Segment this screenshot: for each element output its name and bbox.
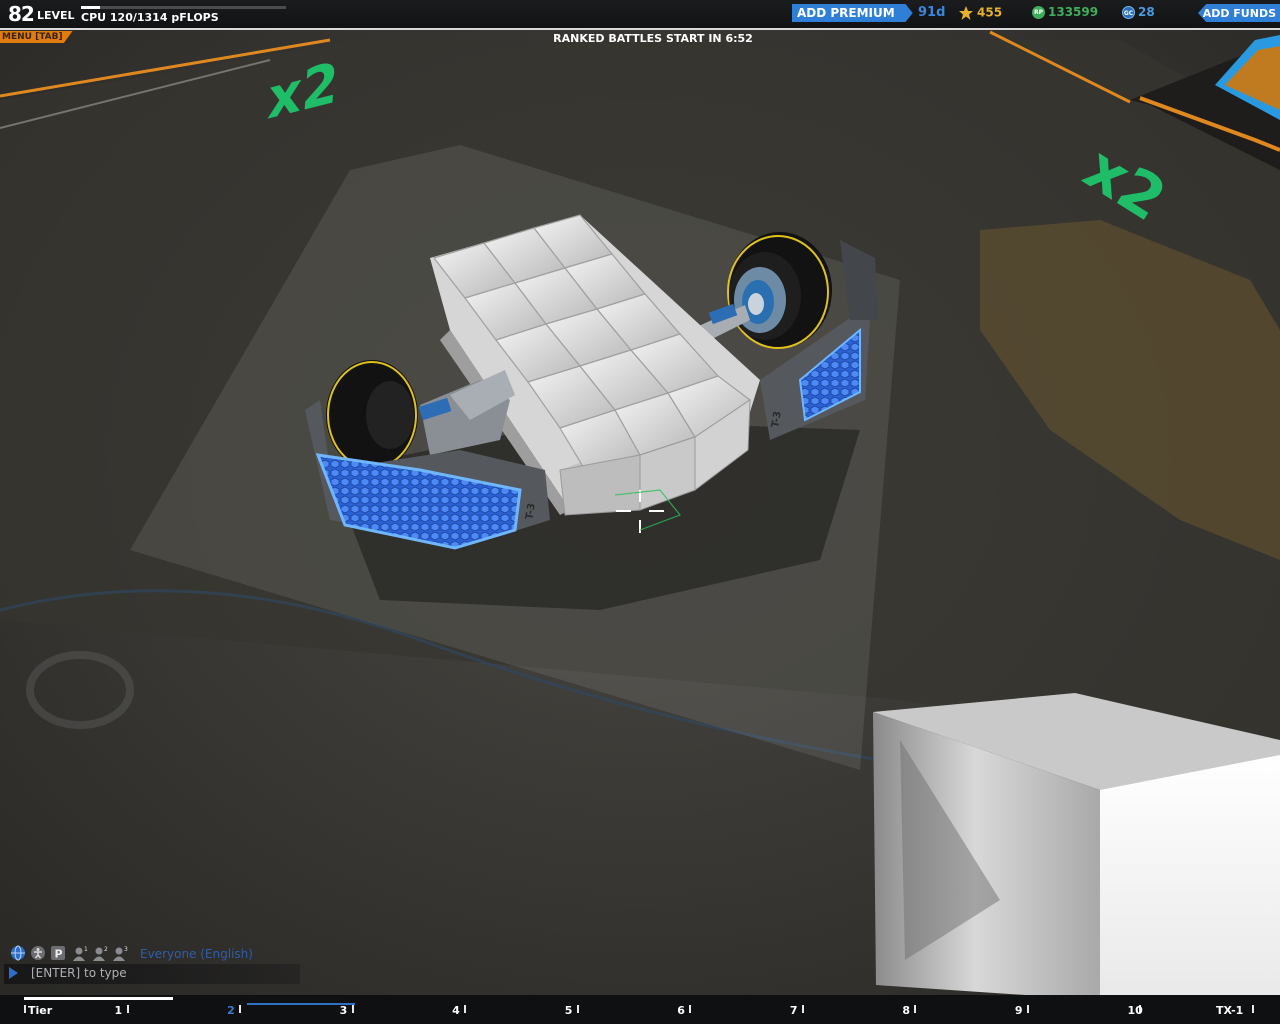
tier-tick bbox=[689, 1005, 692, 1013]
tier-tick bbox=[576, 1005, 579, 1013]
tier-tick bbox=[1026, 1005, 1029, 1013]
tier-label: 6 bbox=[677, 1004, 685, 1017]
tier-tick bbox=[239, 1005, 242, 1013]
tier-label: 2 bbox=[227, 1004, 235, 1017]
tier-tick bbox=[351, 1005, 354, 1013]
robits-icon: RP bbox=[1032, 6, 1045, 19]
robits-counter: RP 133599 bbox=[1032, 5, 1098, 19]
tier-label: 5 bbox=[564, 1004, 573, 1017]
top-hud-bar: 82 LEVEL CPU 120/1314 pFLOPS ADD PREMIUM… bbox=[0, 0, 1280, 30]
cpu-usage-text: CPU 120/1314 pFLOPS bbox=[81, 11, 219, 24]
tier-progress-bar bbox=[0, 995, 1280, 1024]
tier-tick bbox=[801, 1005, 804, 1013]
chat-arrow-icon bbox=[9, 967, 18, 979]
party-1-icon[interactable]: 1 bbox=[72, 945, 88, 961]
chat-channel-label[interactable]: Everyone (English) bbox=[140, 947, 253, 961]
tier-tick bbox=[1252, 1005, 1254, 1013]
tier-label: Tier bbox=[28, 1004, 53, 1017]
accessibility-icon[interactable] bbox=[30, 945, 46, 961]
tier-label: 10 bbox=[1127, 1004, 1143, 1017]
cpu-usage-bar bbox=[81, 6, 286, 9]
globe-icon[interactable] bbox=[10, 945, 26, 961]
add-premium-button[interactable]: ADD PREMIUM bbox=[792, 4, 913, 22]
tier-label: TX-1 bbox=[1216, 1004, 1244, 1017]
cpu-usage-fill bbox=[81, 6, 100, 9]
galaxy-coins-counter: GC 28 bbox=[1122, 5, 1155, 19]
svg-text:1: 1 bbox=[84, 946, 88, 953]
svg-text:3: 3 bbox=[124, 946, 128, 953]
party-3-icon[interactable]: 3 bbox=[112, 945, 128, 961]
tier-tick bbox=[126, 1005, 129, 1013]
galaxy-coins-icon: GC bbox=[1122, 6, 1135, 19]
svg-text:2: 2 bbox=[104, 946, 108, 953]
garage-scene: x2 x2 T-3 T-3 bbox=[0, 0, 1280, 1024]
robits-value: 133599 bbox=[1048, 5, 1099, 19]
stars-counter: 455 bbox=[958, 5, 1002, 21]
svg-text:P: P bbox=[55, 948, 63, 961]
tier-label: 7 bbox=[789, 1004, 798, 1017]
tier-progress-fill bbox=[24, 997, 173, 1000]
block-preview-cube bbox=[873, 693, 1280, 1000]
star-icon bbox=[959, 6, 973, 20]
player-level-label: LEVEL bbox=[37, 9, 75, 22]
tier-label: 4 bbox=[452, 1004, 460, 1017]
premium-days-remaining: 91d bbox=[918, 5, 946, 20]
galaxy-coins-value: 28 bbox=[1138, 5, 1155, 19]
p-icon[interactable]: P bbox=[50, 945, 66, 961]
tier-label: 9 bbox=[1014, 1004, 1023, 1017]
chat-input-hint: [ENTER] to type bbox=[31, 966, 127, 980]
stars-value: 455 bbox=[977, 5, 1003, 20]
tier-label: 1 bbox=[114, 1004, 123, 1017]
tier-label: 3 bbox=[339, 1004, 348, 1017]
party-2-icon[interactable]: 2 bbox=[92, 945, 108, 961]
tier-tick bbox=[464, 1005, 467, 1013]
tier-label: 8 bbox=[902, 1004, 911, 1017]
tier-tick bbox=[914, 1005, 917, 1013]
tier-tick bbox=[24, 1005, 26, 1013]
ranked-battles-countdown: RANKED BATTLES START IN 6:52 bbox=[553, 32, 753, 45]
add-funds-button[interactable]: ADD FUNDS bbox=[1198, 4, 1280, 22]
player-level-number: 82 bbox=[8, 2, 35, 26]
